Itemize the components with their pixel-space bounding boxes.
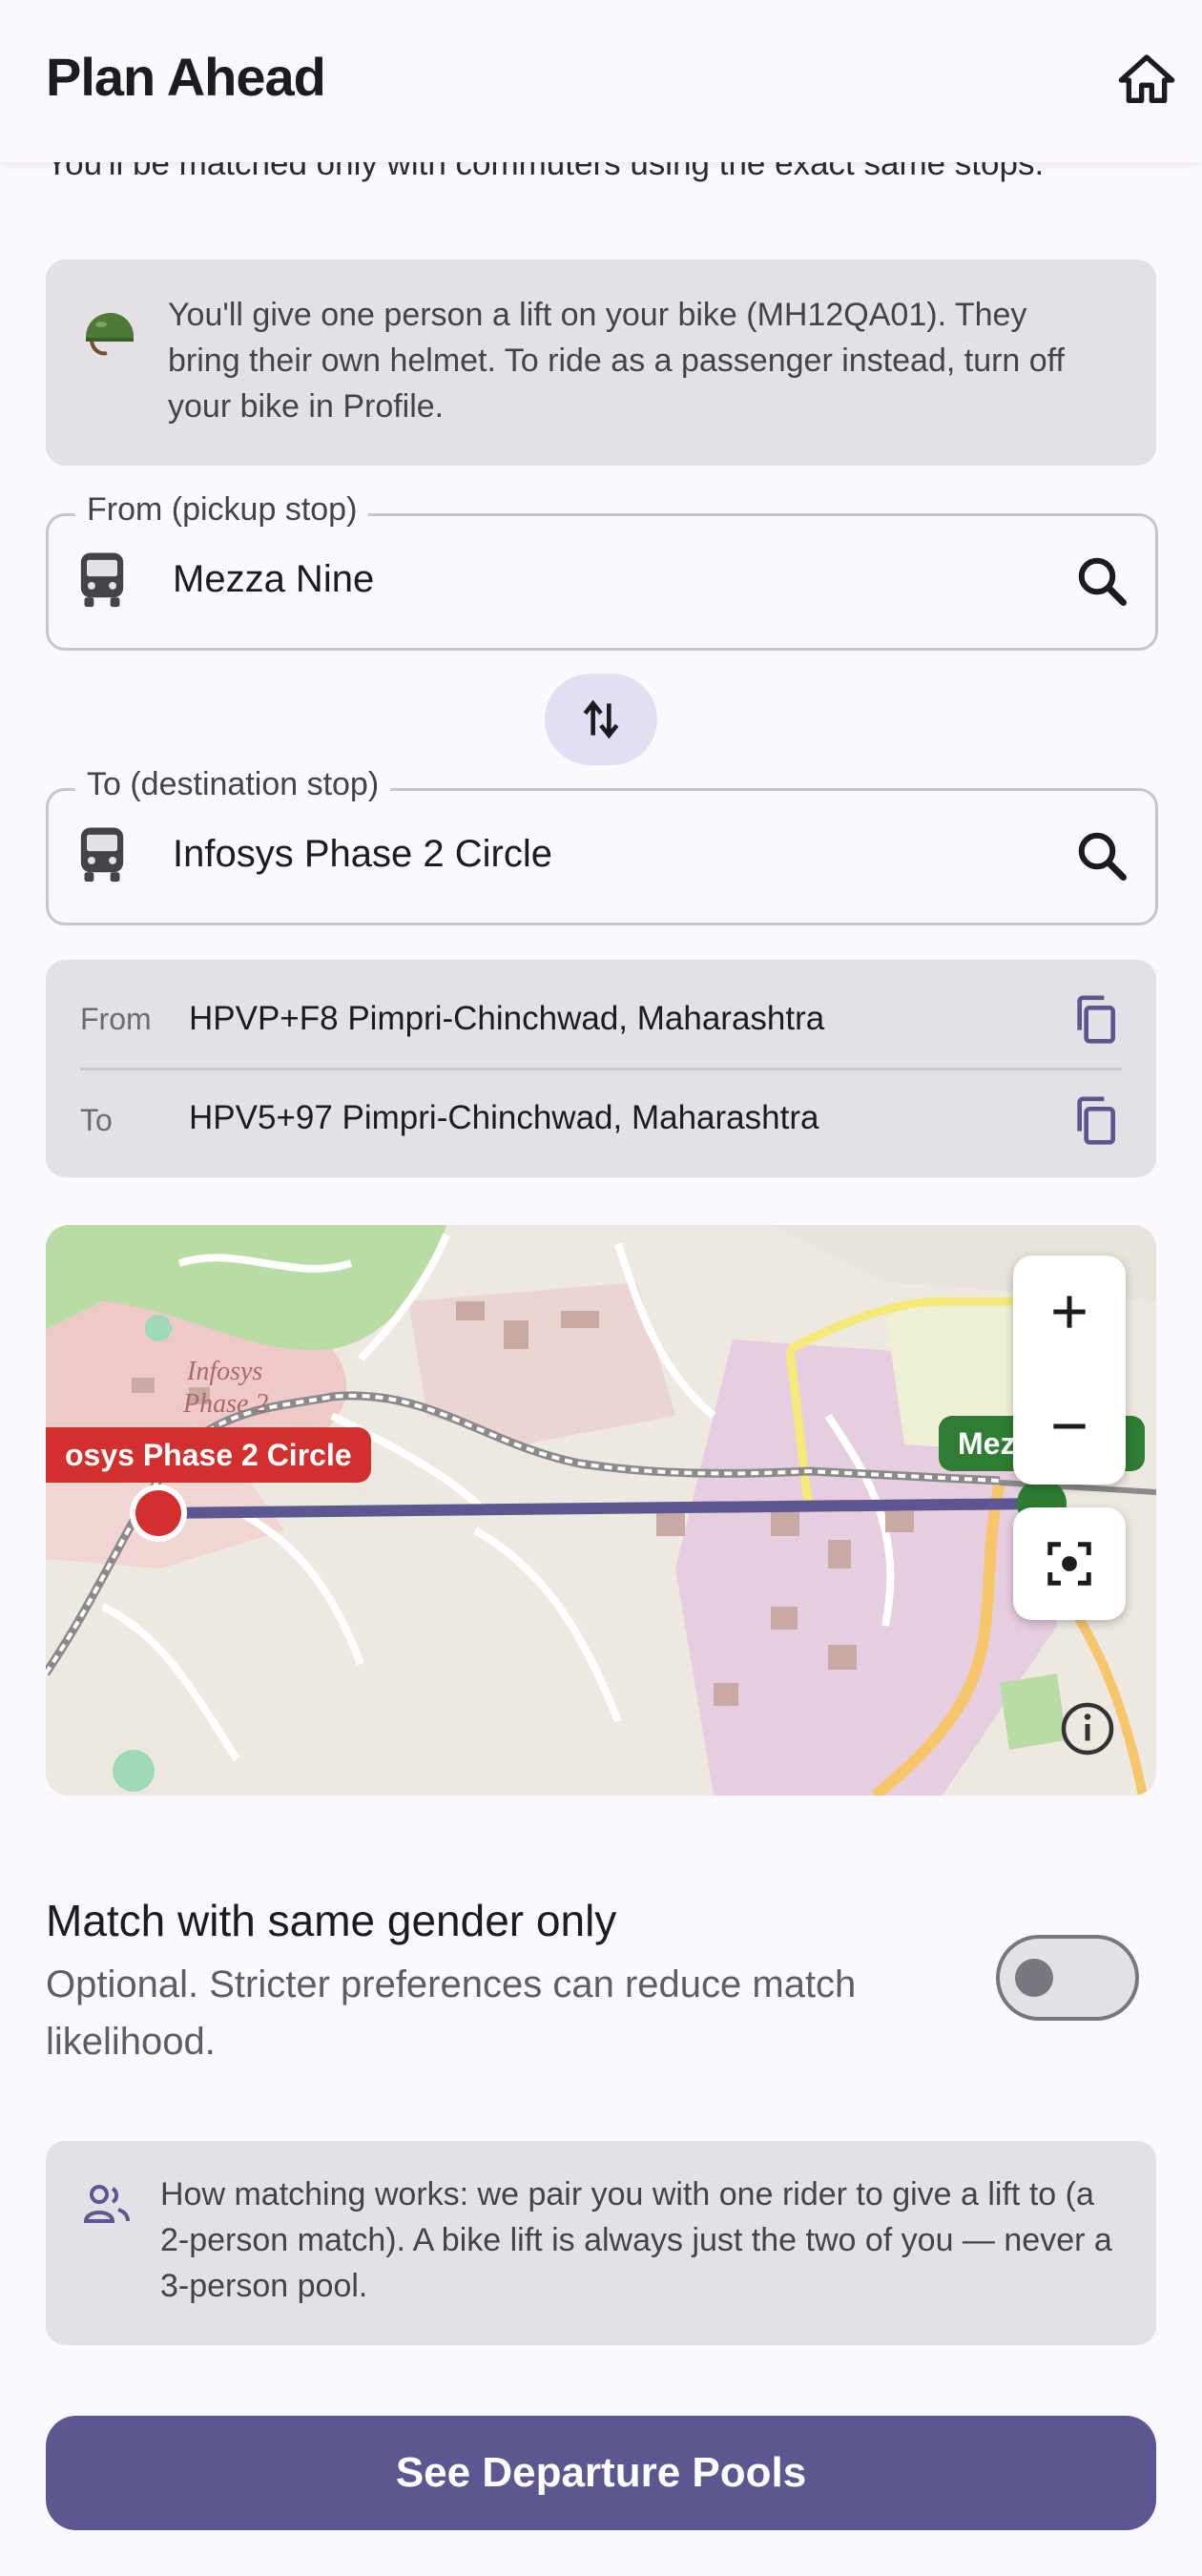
copy-icon[interactable] [1068,992,1122,1046]
how-matching-text: How matching works: we pair you with one… [160,2176,1112,2304]
copy-icon[interactable] [1068,1093,1122,1147]
gender-toggle-subtitle: Optional. Stricter preferences can reduc… [46,1963,857,2063]
search-icon[interactable] [1073,552,1130,610]
map-area-label: Infosys [186,1357,262,1386]
gender-toggle-switch[interactable] [996,1935,1139,2021]
zoom-in-button[interactable] [1013,1256,1126,1370]
zoom-out-button[interactable] [1013,1370,1126,1485]
to-stop-field[interactable]: To (destination stop) Infosys Phase 2 Ci… [46,766,1158,925]
address-to-value: HPV5+97 Pimpri-Chinchwad, Maharashtra [189,1099,819,1136]
from-field-label: From (pickup stop) [75,491,369,529]
from-stop-value: Mezza Nine [173,558,375,600]
search-icon[interactable] [1073,827,1130,884]
swap-stops-button[interactable] [545,674,657,765]
address-from-value: HPVP+F8 Pimpri-Chinchwad, Maharashtra [189,1000,825,1037]
to-stop-value: Infosys Phase 2 Circle [173,833,552,875]
info-icon[interactable] [1059,1700,1116,1757]
people-icon [83,2185,130,2223]
map-tiles: Infosys Phase 2 [46,1225,1156,1796]
home-icon[interactable] [1116,50,1177,111]
helmet-icon [86,313,134,356]
bus-icon [80,552,124,608]
address-divider [80,1068,1122,1070]
swap-vertical-icon [583,699,619,739]
map-area-label: Phase 2 [182,1389,268,1419]
plus-icon [1053,1296,1086,1328]
app-bar: Plan Ahead [0,0,1202,162]
gender-toggle-title: Match with same gender only [46,1896,617,1945]
to-field-label: To (destination stop) [75,766,391,803]
toggle-knob [1015,1959,1053,1997]
address-to-key: To [80,1103,113,1137]
bus-icon [80,827,124,883]
page-title: Plan Ahead [46,47,326,107]
see-departure-pools-button[interactable]: See Departure Pools [46,2416,1156,2530]
address-from-key: From [80,1002,152,1036]
zoom-controls [1013,1256,1126,1485]
bike-notice-text: You'll give one person a lift on your bi… [168,297,1065,425]
center-focus-icon [1047,1542,1091,1586]
destination-pin-label: osys Phase 2 Circle [46,1427,371,1483]
from-stop-field[interactable]: From (pickup stop) Mezza Nine [46,491,1158,651]
route-map[interactable]: Infosys Phase 2 [46,1225,1156,1796]
minus-icon [1053,1423,1086,1429]
fit-route-button[interactable] [1013,1507,1126,1620]
